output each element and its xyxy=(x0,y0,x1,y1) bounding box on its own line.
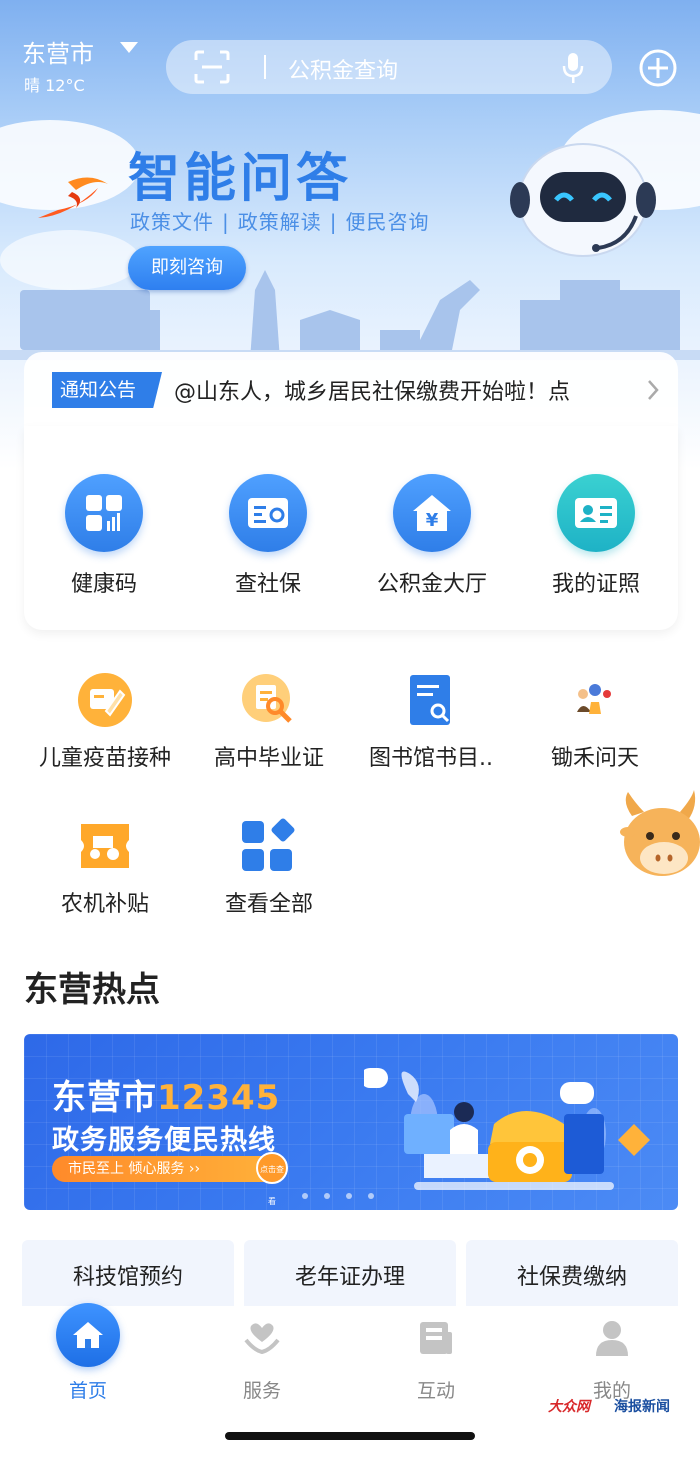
house-yen-icon: ¥ xyxy=(393,474,471,552)
service-label: 查看全部 xyxy=(224,892,313,917)
service-health-code[interactable]: 健康码 xyxy=(24,474,184,598)
id-card-icon xyxy=(557,474,635,552)
watermark: 大众网 海报新闻 xyxy=(548,1392,690,1420)
service-label: 高中毕业证 xyxy=(213,746,324,771)
service-label: 公积金大厅 xyxy=(376,572,487,597)
watermark-haibao: 海报新闻 xyxy=(614,1399,670,1415)
subtitle-item: 便民咨询 xyxy=(345,210,430,234)
tab-service[interactable]: 服务 xyxy=(192,1306,332,1403)
chip-science-museum[interactable]: 科技馆预约 xyxy=(22,1240,234,1310)
service-label: 健康码 xyxy=(70,572,137,597)
home-icon xyxy=(56,1303,120,1367)
service-child-vaccine[interactable]: 儿童疫苗接种 xyxy=(20,668,190,772)
tab-label: 服务 xyxy=(242,1380,281,1402)
view-all-button[interactable]: 查看全部 xyxy=(184,814,354,918)
ai-qa-subtitle: 政策文件 | 政策解读 | 便民咨询 xyxy=(130,210,430,234)
all-apps-icon xyxy=(237,814,301,878)
service-farming-qa[interactable]: 锄禾问天 xyxy=(510,668,680,772)
certificate-search-icon xyxy=(237,668,301,732)
consult-now-button[interactable]: 即刻咨询 xyxy=(128,246,246,290)
service-label: 锄禾问天 xyxy=(550,746,639,771)
svg-text:¥: ¥ xyxy=(426,510,439,531)
service-label: 儿童疫苗接种 xyxy=(38,746,171,771)
service-label: 图书馆书目.. xyxy=(369,746,493,771)
chevron-right-icon[interactable] xyxy=(646,378,660,402)
add-plus-icon[interactable] xyxy=(638,48,678,88)
tab-label: 互动 xyxy=(416,1380,455,1402)
card-eye-icon xyxy=(229,474,307,552)
ai-qa-title: 智能问答 xyxy=(128,149,353,209)
robot-assistant-icon[interactable] xyxy=(508,138,658,258)
search-input[interactable]: 公积金查询 xyxy=(288,53,398,85)
chip-social-fee[interactable]: 社保费缴纳 xyxy=(466,1240,678,1310)
service-my-license[interactable]: 我的证照 xyxy=(516,474,676,598)
ai-logo-icon xyxy=(38,177,108,218)
tab-label: 首页 xyxy=(68,1380,107,1402)
hotline-banner[interactable]: 东营市12345 政务服务便民热线 市民至上 倾心服务 ›› 点击查看 xyxy=(24,1034,678,1210)
notice-text[interactable]: @山东人，城乡居民社保缴费开始啦！点 xyxy=(174,374,644,406)
banner-subheading: 政务服务便民热线 xyxy=(52,1125,276,1156)
service-label: 农机补贴 xyxy=(60,892,149,917)
main-services-card: 健康码 查社保 ¥ 公积金大厅 我的证照 xyxy=(24,426,678,630)
banner-click-badge[interactable]: 点击查看 xyxy=(256,1152,288,1206)
subtitle-item: 政策解读 xyxy=(237,210,322,234)
tab-interact[interactable]: 互动 xyxy=(366,1306,506,1403)
weather-text: 晴 12°C xyxy=(24,76,85,95)
tractor-ticket-icon xyxy=(73,814,137,878)
tab-mine[interactable]: 我的 xyxy=(542,1306,682,1403)
vaccine-icon xyxy=(73,668,137,732)
notice-tag: 通知公告 xyxy=(52,372,162,408)
interact-icon xyxy=(404,1306,468,1370)
watermark-dazhong: 大众网 xyxy=(548,1399,590,1415)
book-search-icon xyxy=(399,668,463,732)
service-label: 我的证照 xyxy=(551,572,640,597)
chip-senior-card[interactable]: 老年证办理 xyxy=(244,1240,456,1310)
city-skyline-illustration xyxy=(0,270,700,360)
banner-slogan: 市民至上 倾心服务 ›› xyxy=(52,1156,284,1182)
city-selector[interactable]: 东营市 xyxy=(22,34,94,69)
banner-heading: 东营市12345 xyxy=(52,1078,281,1118)
service-library-catalog[interactable]: 图书馆书目.. xyxy=(346,668,516,772)
search-bar[interactable]: 公积金查询 xyxy=(166,40,612,94)
scan-icon[interactable] xyxy=(194,50,230,84)
grid-chart-icon xyxy=(65,474,143,552)
farm-people-icon xyxy=(563,668,627,732)
section-title-hot: 东营热点 xyxy=(24,970,160,1010)
notice-bar[interactable]: 通知公告 @山东人，城乡居民社保缴费开始啦！点 xyxy=(24,352,678,426)
cow-mascot-icon[interactable] xyxy=(618,786,700,890)
service-hand-icon xyxy=(230,1306,294,1370)
subtitle-item: 政策文件 xyxy=(130,210,214,234)
service-provident-fund[interactable]: ¥ 公积金大厅 xyxy=(352,474,512,598)
service-farm-machine-subsidy[interactable]: 农机补贴 xyxy=(20,814,190,918)
home-indicator[interactable] xyxy=(225,1432,475,1440)
service-label: 查社保 xyxy=(234,572,301,597)
tab-home[interactable]: 首页 xyxy=(18,1303,158,1403)
service-hs-diploma[interactable]: 高中毕业证 xyxy=(184,668,354,772)
user-icon xyxy=(580,1306,644,1370)
search-divider xyxy=(264,55,266,79)
service-social-security[interactable]: 查社保 xyxy=(188,474,348,598)
microphone-icon[interactable] xyxy=(562,52,584,84)
hotline-illustration xyxy=(364,1068,650,1190)
caret-down-icon[interactable] xyxy=(120,42,138,53)
